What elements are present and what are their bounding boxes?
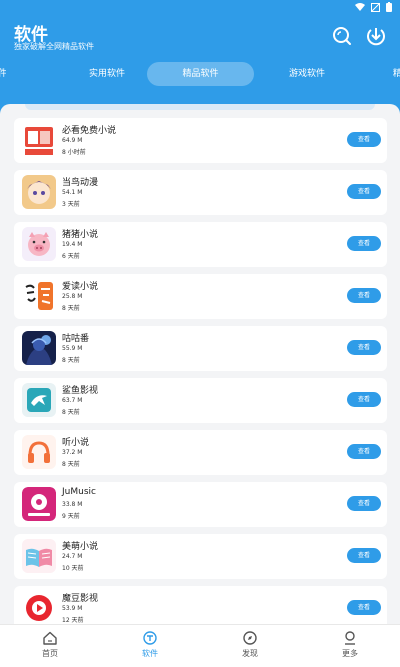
app-updated: 3 天前 (62, 201, 80, 208)
music-icon (22, 487, 56, 521)
anime-icon (22, 175, 56, 209)
app-updated: 9 天前 (62, 513, 80, 520)
list-item[interactable]: 当鸟动漫 54.1 M 3 天前 查看 (14, 170, 387, 215)
view-button[interactable]: 查看 (347, 132, 381, 147)
download-icon (365, 28, 387, 51)
search-icon (331, 27, 353, 51)
download-button[interactable] (365, 25, 387, 47)
app-updated: 12 天前 (62, 617, 84, 624)
compass-icon (220, 631, 280, 645)
category-tabs: 件 实用软件 精品软件 游戏软件 精 (0, 62, 400, 86)
battery-icon (386, 2, 392, 12)
tab-premium[interactable]: 精品软件 (147, 62, 254, 86)
list-item[interactable]: 美萌小说 24.7 M 10 天前 查看 (14, 534, 387, 579)
app-updated: 10 天前 (62, 565, 84, 572)
view-button[interactable]: 查看 (347, 392, 381, 407)
view-button[interactable]: 查看 (347, 184, 381, 199)
app-name: 猪猪小说 (62, 230, 99, 240)
status-bar (355, 2, 392, 12)
list-item[interactable]: 猪猪小说 19.4 M 6 天前 查看 (14, 222, 387, 267)
shark-icon (22, 383, 56, 417)
view-button[interactable]: 查看 (347, 288, 381, 303)
signal-icon (371, 2, 380, 12)
list-item[interactable]: 必看免费小说 64.9 M 8 小时前 查看 (14, 118, 387, 163)
app-list[interactable]: 必看免费小说 64.9 M 8 小时前 查看 当鸟动漫 54.1 M 3 天前 … (0, 104, 400, 624)
read-icon (22, 279, 56, 313)
app-size: 53.9 M (62, 605, 83, 612)
view-button[interactable]: 查看 (347, 340, 381, 355)
wifi-icon (355, 3, 365, 11)
list-item[interactable]: 鲨鱼影视 63.7 M 8 天前 查看 (14, 378, 387, 423)
open-book-icon (22, 539, 56, 573)
play-icon (22, 591, 56, 624)
list-item[interactable]: JuMusic 33.8 M 9 天前 查看 (14, 482, 387, 527)
app-name: 咕咕番 (62, 334, 90, 344)
nav-item-more[interactable]: 更多 (320, 631, 380, 659)
app-size: 19.4 M (62, 241, 83, 248)
list-item[interactable]: 魔豆影视 53.9 M 12 天前 查看 (14, 586, 387, 624)
view-button[interactable]: 查看 (347, 236, 381, 251)
app-size: 24.7 M (62, 553, 83, 560)
nav-item-home[interactable]: 首页 (20, 631, 80, 659)
list-top-strip (25, 104, 375, 110)
view-button[interactable]: 查看 (347, 600, 381, 615)
app-name: 魔豆影视 (62, 594, 99, 604)
view-button[interactable]: 查看 (347, 444, 381, 459)
app-name: 鲨鱼影视 (62, 386, 99, 396)
app-name: 当鸟动漫 (62, 178, 99, 188)
app-name: 爱读小说 (62, 282, 99, 292)
app-updated: 8 天前 (62, 357, 80, 364)
nav-label: 更多 (342, 649, 358, 658)
software-icon (120, 631, 180, 645)
list-item[interactable]: 爱读小说 25.8 M 8 天前 查看 (14, 274, 387, 319)
app-updated: 8 小时前 (62, 149, 86, 156)
app-size: 33.8 M (62, 501, 83, 508)
app-name: JuMusic (62, 487, 96, 497)
nav-label: 发现 (242, 649, 258, 658)
app-updated: 8 天前 (62, 409, 80, 416)
app-name: 美萌小说 (62, 542, 99, 552)
book-icon (22, 123, 56, 157)
search-button[interactable] (331, 25, 353, 47)
app-updated: 6 天前 (62, 253, 80, 260)
gugu-icon (22, 331, 56, 365)
header: 软件 独家破解全网精品软件 件 实用软件 精品软件 游戏软件 精 (0, 0, 400, 115)
tab-utility[interactable]: 实用软件 (62, 62, 152, 86)
app-size: 64.9 M (62, 137, 83, 144)
tab-games[interactable]: 游戏软件 (262, 62, 352, 86)
pig-icon (22, 227, 56, 261)
list-item[interactable]: 听小说 37.2 M 8 天前 查看 (14, 430, 387, 475)
page-subtitle: 独家破解全网精品软件 (14, 42, 94, 51)
headphones-icon (22, 435, 56, 469)
home-icon (20, 631, 80, 645)
nav-item-software[interactable]: 软件 (120, 631, 180, 659)
app-size: 55.9 M (62, 345, 83, 352)
view-button[interactable]: 查看 (347, 496, 381, 511)
nav-item-discover[interactable]: 发现 (220, 631, 280, 659)
app-size: 25.8 M (62, 293, 83, 300)
app-name: 听小说 (62, 438, 90, 448)
app-updated: 8 天前 (62, 305, 80, 312)
nav-label: 软件 (142, 649, 158, 658)
app-name: 必看免费小说 (62, 126, 117, 136)
list-item[interactable]: 咕咕番 55.9 M 8 天前 查看 (14, 326, 387, 371)
nav-label: 首页 (42, 649, 58, 658)
app-updated: 8 天前 (62, 461, 80, 468)
tab-partial-left[interactable]: 件 (0, 62, 6, 86)
app-size: 54.1 M (62, 189, 83, 196)
user-icon (320, 631, 380, 645)
view-button[interactable]: 查看 (347, 548, 381, 563)
bottom-nav: 首页 软件 发现 更多 (0, 624, 400, 667)
app-size: 63.7 M (62, 397, 83, 404)
app-size: 37.2 M (62, 449, 83, 456)
tab-partial-right[interactable]: 精 (393, 62, 400, 86)
